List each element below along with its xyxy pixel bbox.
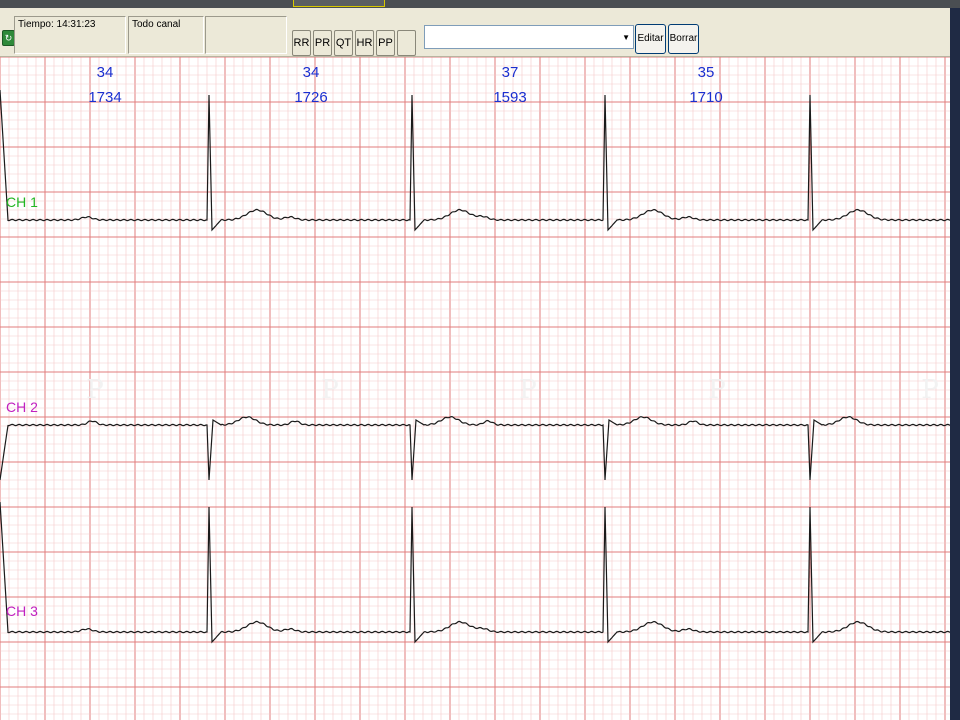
interval-bottom: 1726 [294, 89, 327, 106]
p-wave-marker: P [921, 375, 939, 405]
channel-label: CH 1 [6, 194, 38, 210]
edit-button[interactable]: Editar [635, 24, 666, 54]
toolbar: ↻ Tiempo: 14:31:23 Todo canal RR PR QT H… [0, 8, 950, 57]
dropdown-arrow-icon[interactable]: ▼ [622, 33, 630, 42]
time-display: Tiempo: 14:31:23 [14, 16, 126, 54]
annotation-select[interactable]: ▼ [424, 25, 634, 49]
empty-display [205, 16, 287, 54]
ecg-grid [0, 57, 950, 720]
interval-top: 34 [303, 64, 320, 81]
qt-button[interactable]: QT [334, 30, 353, 56]
channel-display: Todo canal [128, 16, 204, 54]
ecg-traces [0, 89, 950, 644]
right-scrollbar[interactable] [950, 8, 960, 720]
ecg-strip: CH 1 CH 2 CH 3 34 1734 34 1726 37 1593 35 1710 P P P P… [0, 57, 950, 720]
channel-label: CH 2 [6, 399, 38, 415]
pp-button[interactable]: PP [376, 30, 395, 56]
interval-top: 34 [97, 64, 114, 81]
channel-label: CH 3 [6, 603, 38, 619]
p-wave-marker: P [708, 375, 726, 405]
delete-button[interactable]: Borrar [668, 24, 699, 54]
active-tab-highlight[interactable] [293, 0, 385, 7]
p-wave-marker: P [321, 375, 339, 405]
interval-top: 35 [698, 64, 715, 81]
window-top-strip [0, 0, 960, 8]
pr-button[interactable]: PR [313, 30, 332, 56]
rr-button[interactable]: RR [292, 30, 311, 56]
interval-bottom: 1710 [689, 89, 722, 106]
interval-top: 37 [502, 64, 519, 81]
hr-button[interactable]: HR [355, 30, 374, 56]
interval-bottom: 1593 [493, 89, 526, 106]
interval-bottom: 1734 [88, 89, 121, 106]
p-wave-marker: P [519, 375, 537, 405]
blank-button[interactable] [397, 30, 416, 56]
p-wave-marker: P [86, 375, 104, 405]
ecg-trace [0, 501, 950, 644]
